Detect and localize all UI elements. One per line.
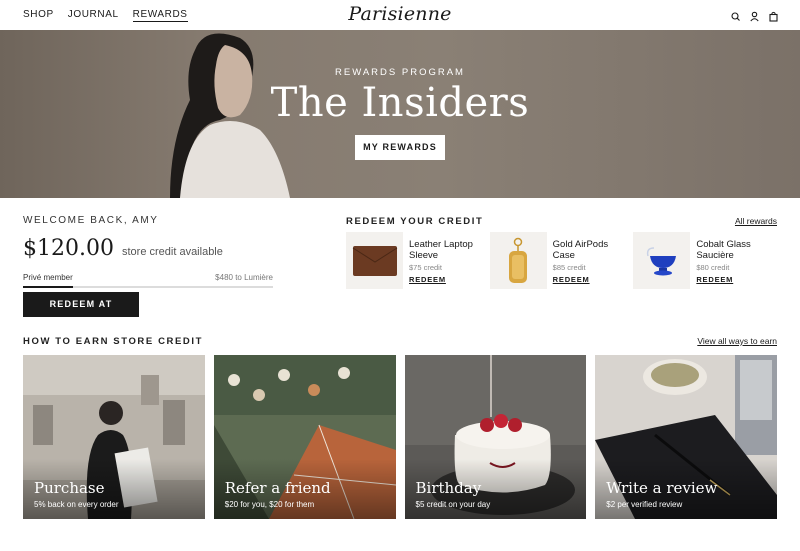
- tile-title: Birthday: [415, 479, 482, 497]
- tile-subtitle: 5% back on every order: [34, 500, 119, 509]
- earn-heading: HOW TO EARN STORE CREDIT: [23, 336, 204, 347]
- earn-tiles: Purchase 5% back on every order Refer a …: [23, 355, 777, 519]
- tile-subtitle: $5 credit on your day: [415, 500, 491, 509]
- my-rewards-button[interactable]: MY REWARDS: [355, 135, 445, 160]
- welcome-panel: WELCOME BACK, AMY $120.00 store credit a…: [23, 215, 273, 288]
- product-image[interactable]: [633, 232, 691, 289]
- nav-icons: [731, 9, 778, 22]
- tier-row: Privé member $480 to Lumière: [23, 273, 273, 282]
- bag-icon[interactable]: [769, 9, 778, 22]
- redeem-link[interactable]: REDEEM: [409, 275, 479, 284]
- redeem-link[interactable]: REDEEM: [696, 275, 766, 284]
- tile-title: Write a review: [606, 479, 718, 497]
- hero-kicker: REWARDS PROGRAM: [335, 67, 465, 78]
- earn-tile-review[interactable]: Write a review $2 per verified review: [595, 355, 777, 519]
- balance-note: store credit available: [121, 246, 223, 258]
- redeem-heading: REDEEM YOUR CREDIT: [346, 216, 484, 227]
- reward-product: Gold AirPods Case $85 credit REDEEM: [489, 232, 634, 289]
- product-price: $75 credit: [409, 263, 442, 272]
- product-price: $80 credit: [696, 263, 730, 272]
- top-nav: SHOP JOURNAL REWARDS Parisienne: [0, 0, 800, 30]
- tile-title: Purchase: [34, 479, 105, 497]
- tier-progress-bar: [23, 286, 273, 288]
- reward-products: Leather Laptop Sleeve $75 credit REDEEM …: [346, 232, 777, 289]
- welcome-greeting: WELCOME BACK, AMY: [23, 215, 159, 226]
- brand-logo[interactable]: Parisienne: [0, 3, 800, 25]
- tier-label: Privé member: [23, 273, 73, 282]
- credit-balance: $120.00: [23, 236, 114, 261]
- search-icon[interactable]: [731, 9, 740, 21]
- all-rewards-link[interactable]: All rewards: [735, 216, 777, 226]
- reward-product: Cobalt Glass Saucière $80 credit REDEEM: [633, 232, 777, 289]
- redeem-link[interactable]: REDEEM: [553, 275, 623, 284]
- laptop-sleeve-image: [352, 245, 397, 276]
- cobalt-sauciere-image: [646, 246, 676, 275]
- tier-progress-fill: [23, 286, 73, 288]
- airpods-case-image: [509, 237, 528, 283]
- hero-title: The Insiders: [270, 80, 530, 126]
- product-price: $85 credit: [552, 263, 586, 272]
- product-image[interactable]: [346, 232, 403, 289]
- product-image[interactable]: [489, 232, 547, 289]
- tile-subtitle: $20 for you, $20 for them: [224, 500, 315, 509]
- account-icon[interactable]: [750, 9, 759, 22]
- earn-tile-refer[interactable]: Refer a friend $20 for you, $20 for them: [213, 355, 396, 519]
- product-name: Gold AirPods Case: [552, 239, 609, 261]
- redeem-at-checkout-button[interactable]: REDEEM AT CHECKOUT: [23, 292, 139, 334]
- earn-tile-birthday[interactable]: Birthday $5 credit on your day: [404, 355, 587, 519]
- product-name: Cobalt Glass Saucière: [696, 239, 751, 261]
- hero-banner: REWARDS PROGRAM The Insiders MY REWARDS: [0, 30, 800, 198]
- reward-product: Leather Laptop Sleeve $75 credit REDEEM: [346, 232, 490, 289]
- tile-title: Refer a friend: [224, 479, 331, 497]
- tile-subtitle: $2 per verified review: [606, 500, 683, 509]
- earn-tile-purchase[interactable]: Purchase 5% back on every order: [23, 355, 205, 519]
- view-all-ways-link[interactable]: View all ways to earn: [697, 336, 777, 346]
- balance-row: $120.00 store credit available: [23, 236, 273, 261]
- next-tier-label: $480 to Lumière: [215, 273, 273, 282]
- product-name: Leather Laptop Sleeve: [409, 239, 473, 261]
